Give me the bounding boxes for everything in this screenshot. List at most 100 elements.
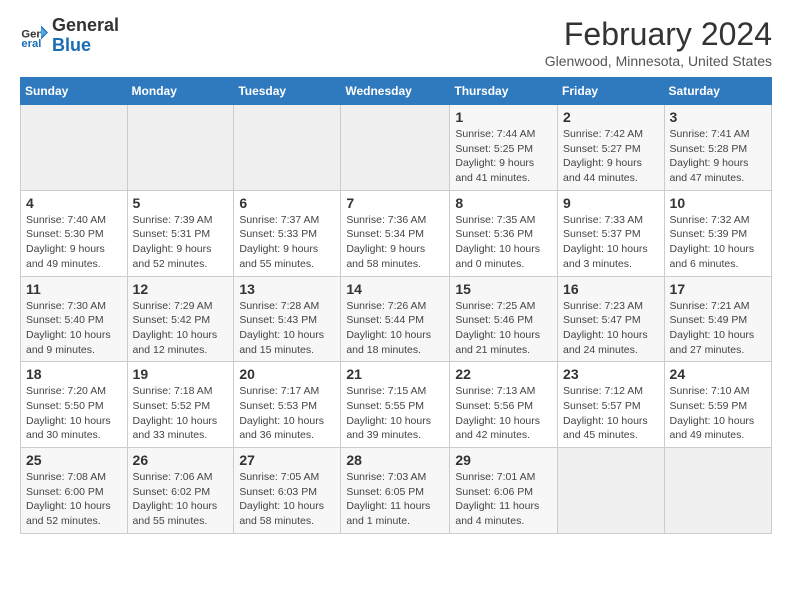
day-info: Sunrise: 7:37 AM Sunset: 5:33 PM Dayligh… [239, 213, 335, 272]
day-cell: 6 Sunrise: 7:37 AM Sunset: 5:33 PM Daylig… [234, 190, 341, 276]
day-number: 13 [239, 281, 335, 297]
header-thursday: Thursday [450, 78, 558, 105]
day-cell: 28 Sunrise: 7:03 AM Sunset: 6:05 PM Dayli… [341, 448, 450, 534]
day-cell: 2 Sunrise: 7:42 AM Sunset: 5:27 PM Daylig… [558, 105, 665, 191]
day-number: 18 [26, 366, 122, 382]
day-number: 4 [26, 195, 122, 211]
day-cell [341, 105, 450, 191]
day-cell [234, 105, 341, 191]
calendar-table: SundayMondayTuesdayWednesdayThursdayFrid… [20, 77, 772, 534]
day-number: 15 [455, 281, 552, 297]
svg-text:eral: eral [21, 38, 41, 50]
day-number: 27 [239, 452, 335, 468]
header-friday: Friday [558, 78, 665, 105]
day-number: 14 [346, 281, 444, 297]
day-info: Sunrise: 7:29 AM Sunset: 5:42 PM Dayligh… [133, 299, 229, 358]
day-number: 16 [563, 281, 659, 297]
day-number: 21 [346, 366, 444, 382]
day-info: Sunrise: 7:41 AM Sunset: 5:28 PM Dayligh… [670, 127, 766, 186]
day-info: Sunrise: 7:26 AM Sunset: 5:44 PM Dayligh… [346, 299, 444, 358]
day-cell: 24Sunrise: 7:10 AM Sunset: 5:59 PM Dayli… [664, 362, 771, 448]
day-cell: 10 Sunrise: 7:32 AM Sunset: 5:39 PM Dayli… [664, 190, 771, 276]
day-number: 23 [563, 366, 659, 382]
week-row-5: 25 Sunrise: 7:08 AM Sunset: 6:00 PM Dayli… [21, 448, 772, 534]
day-number: 10 [670, 195, 766, 211]
day-number: 3 [670, 109, 766, 125]
day-cell: 20Sunrise: 7:17 AM Sunset: 5:53 PM Dayli… [234, 362, 341, 448]
day-cell: 5 Sunrise: 7:39 AM Sunset: 5:31 PM Daylig… [127, 190, 234, 276]
day-cell: 4 Sunrise: 7:40 AM Sunset: 5:30 PM Daylig… [21, 190, 128, 276]
day-info: Sunrise: 7:32 AM Sunset: 5:39 PM Dayligh… [670, 213, 766, 272]
day-cell: 23Sunrise: 7:12 AM Sunset: 5:57 PM Dayli… [558, 362, 665, 448]
day-info: Sunrise: 7:17 AM Sunset: 5:53 PM Dayligh… [239, 384, 335, 443]
day-info: Sunrise: 7:20 AM Sunset: 5:50 PM Dayligh… [26, 384, 122, 443]
day-cell: 19Sunrise: 7:18 AM Sunset: 5:52 PM Dayli… [127, 362, 234, 448]
day-info: Sunrise: 7:42 AM Sunset: 5:27 PM Dayligh… [563, 127, 659, 186]
day-cell: 16Sunrise: 7:23 AM Sunset: 5:47 PM Dayli… [558, 276, 665, 362]
day-number: 7 [346, 195, 444, 211]
day-number: 11 [26, 281, 122, 297]
day-number: 8 [455, 195, 552, 211]
day-cell [127, 105, 234, 191]
day-cell: 11 Sunrise: 7:30 AM Sunset: 5:40 PM Dayli… [21, 276, 128, 362]
logo-icon: Gen eral [20, 22, 48, 50]
header-saturday: Saturday [664, 78, 771, 105]
day-cell: 13Sunrise: 7:28 AM Sunset: 5:43 PM Dayli… [234, 276, 341, 362]
header-tuesday: Tuesday [234, 78, 341, 105]
day-number: 22 [455, 366, 552, 382]
day-cell: 21 Sunrise: 7:15 AM Sunset: 5:55 PM Dayli… [341, 362, 450, 448]
week-row-3: 11 Sunrise: 7:30 AM Sunset: 5:40 PM Dayli… [21, 276, 772, 362]
logo-general: General [52, 16, 119, 36]
day-info: Sunrise: 7:08 AM Sunset: 6:00 PM Dayligh… [26, 470, 122, 529]
day-number: 25 [26, 452, 122, 468]
day-cell: 14 Sunrise: 7:26 AM Sunset: 5:44 PM Dayli… [341, 276, 450, 362]
main-title: February 2024 [545, 16, 772, 53]
day-number: 28 [346, 452, 444, 468]
day-cell: 8 Sunrise: 7:35 AM Sunset: 5:36 PM Daylig… [450, 190, 558, 276]
day-info: Sunrise: 7:33 AM Sunset: 5:37 PM Dayligh… [563, 213, 659, 272]
day-number: 6 [239, 195, 335, 211]
day-number: 29 [455, 452, 552, 468]
week-row-1: 1Sunrise: 7:44 AM Sunset: 5:25 PM Daylig… [21, 105, 772, 191]
day-info: Sunrise: 7:25 AM Sunset: 5:46 PM Dayligh… [455, 299, 552, 358]
day-cell: 25 Sunrise: 7:08 AM Sunset: 6:00 PM Dayli… [21, 448, 128, 534]
day-info: Sunrise: 7:35 AM Sunset: 5:36 PM Dayligh… [455, 213, 552, 272]
header-monday: Monday [127, 78, 234, 105]
day-info: Sunrise: 7:10 AM Sunset: 5:59 PM Dayligh… [670, 384, 766, 443]
day-info: Sunrise: 7:40 AM Sunset: 5:30 PM Dayligh… [26, 213, 122, 272]
day-cell: 27 Sunrise: 7:05 AM Sunset: 6:03 PM Dayli… [234, 448, 341, 534]
calendar-header-row: SundayMondayTuesdayWednesdayThursdayFrid… [21, 78, 772, 105]
header: Gen eral General Blue February 2024 Glen… [20, 16, 772, 69]
day-number: 5 [133, 195, 229, 211]
day-cell: 15 Sunrise: 7:25 AM Sunset: 5:46 PM Dayli… [450, 276, 558, 362]
logo: Gen eral General Blue [20, 16, 119, 56]
header-wednesday: Wednesday [341, 78, 450, 105]
day-info: Sunrise: 7:30 AM Sunset: 5:40 PM Dayligh… [26, 299, 122, 358]
day-cell [664, 448, 771, 534]
title-block: February 2024 Glenwood, Minnesota, Unite… [545, 16, 772, 69]
day-cell: 9Sunrise: 7:33 AM Sunset: 5:37 PM Daylig… [558, 190, 665, 276]
day-cell: 29Sunrise: 7:01 AM Sunset: 6:06 PM Dayli… [450, 448, 558, 534]
day-cell: 22 Sunrise: 7:13 AM Sunset: 5:56 PM Dayli… [450, 362, 558, 448]
day-cell: 12 Sunrise: 7:29 AM Sunset: 5:42 PM Dayli… [127, 276, 234, 362]
week-row-4: 18 Sunrise: 7:20 AM Sunset: 5:50 PM Dayli… [21, 362, 772, 448]
day-info: Sunrise: 7:06 AM Sunset: 6:02 PM Dayligh… [133, 470, 229, 529]
day-cell [558, 448, 665, 534]
day-number: 2 [563, 109, 659, 125]
subtitle: Glenwood, Minnesota, United States [545, 53, 772, 69]
day-info: Sunrise: 7:36 AM Sunset: 5:34 PM Dayligh… [346, 213, 444, 272]
day-info: Sunrise: 7:03 AM Sunset: 6:05 PM Dayligh… [346, 470, 444, 529]
day-number: 17 [670, 281, 766, 297]
day-number: 12 [133, 281, 229, 297]
day-cell: 3 Sunrise: 7:41 AM Sunset: 5:28 PM Daylig… [664, 105, 771, 191]
day-info: Sunrise: 7:13 AM Sunset: 5:56 PM Dayligh… [455, 384, 552, 443]
day-number: 26 [133, 452, 229, 468]
day-info: Sunrise: 7:44 AM Sunset: 5:25 PM Dayligh… [455, 127, 552, 186]
day-cell [21, 105, 128, 191]
day-cell: 17Sunrise: 7:21 AM Sunset: 5:49 PM Dayli… [664, 276, 771, 362]
day-info: Sunrise: 7:15 AM Sunset: 5:55 PM Dayligh… [346, 384, 444, 443]
day-info: Sunrise: 7:39 AM Sunset: 5:31 PM Dayligh… [133, 213, 229, 272]
day-info: Sunrise: 7:18 AM Sunset: 5:52 PM Dayligh… [133, 384, 229, 443]
day-cell: 7 Sunrise: 7:36 AM Sunset: 5:34 PM Daylig… [341, 190, 450, 276]
day-info: Sunrise: 7:05 AM Sunset: 6:03 PM Dayligh… [239, 470, 335, 529]
